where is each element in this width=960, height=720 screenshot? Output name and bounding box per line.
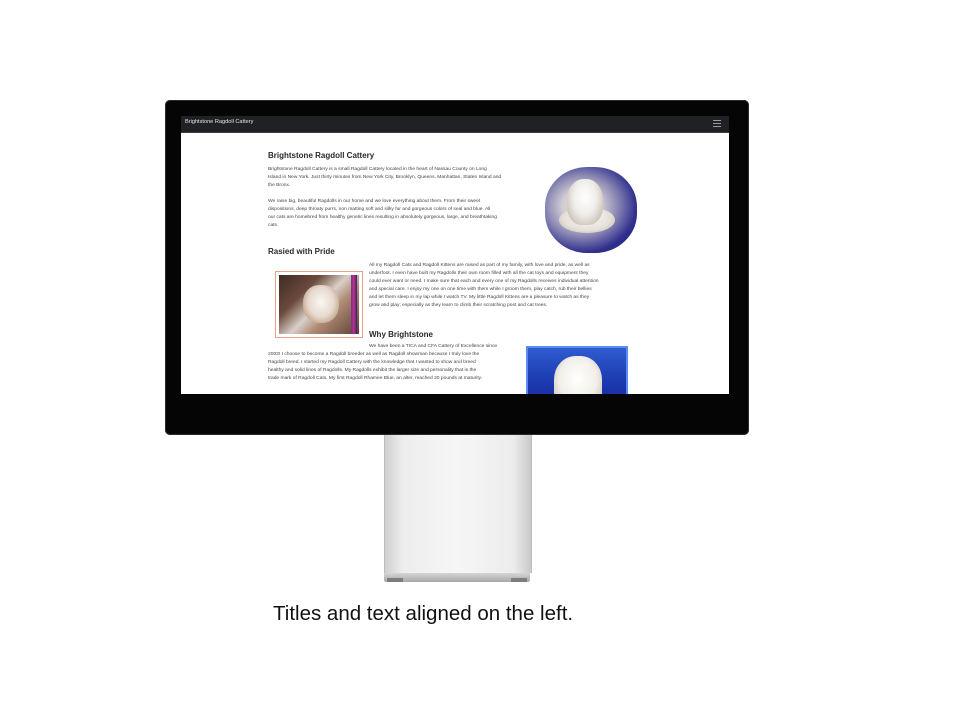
monitor-screen: Brightstone Ragdoll Cattery Brightstone … [181, 116, 729, 394]
section-title: Brightstone Ragdoll Cattery [268, 151, 375, 160]
ragdoll-cat-photo-round [545, 167, 637, 253]
section-title: Why Brightstone [369, 330, 433, 339]
ragdoll-cat-photo-framed [275, 271, 363, 338]
section-title: Rasied with Pride [268, 247, 335, 256]
stand-foot [387, 578, 403, 582]
monitor-stand [384, 435, 532, 573]
monitor-stand-base [384, 573, 530, 582]
section-paragraph: 2003! I choose to become a Ragdoll breed… [268, 352, 483, 382]
slide-caption: Titles and text aligned on the left. [273, 602, 574, 625]
hamburger-menu-icon[interactable] [713, 120, 721, 128]
section-paragraph: We raise big, beautiful Ragdolls in our … [268, 199, 497, 229]
stand-foot [511, 578, 527, 582]
navbar-brand[interactable]: Brightstone Ragdoll Cattery [185, 119, 253, 125]
section-paragraph: Brightstone Ragdoll Cattery is a small R… [268, 167, 502, 189]
section-paragraph: All my Ragdoll Cats and Ragdoll Kittens … [369, 263, 599, 309]
ragdoll-cat-photo-blue [526, 346, 628, 394]
navbar: Brightstone Ragdoll Cattery [181, 116, 729, 133]
section-paragraph-first-line: We have been a TICA and CFA Cattery of E… [369, 344, 498, 349]
